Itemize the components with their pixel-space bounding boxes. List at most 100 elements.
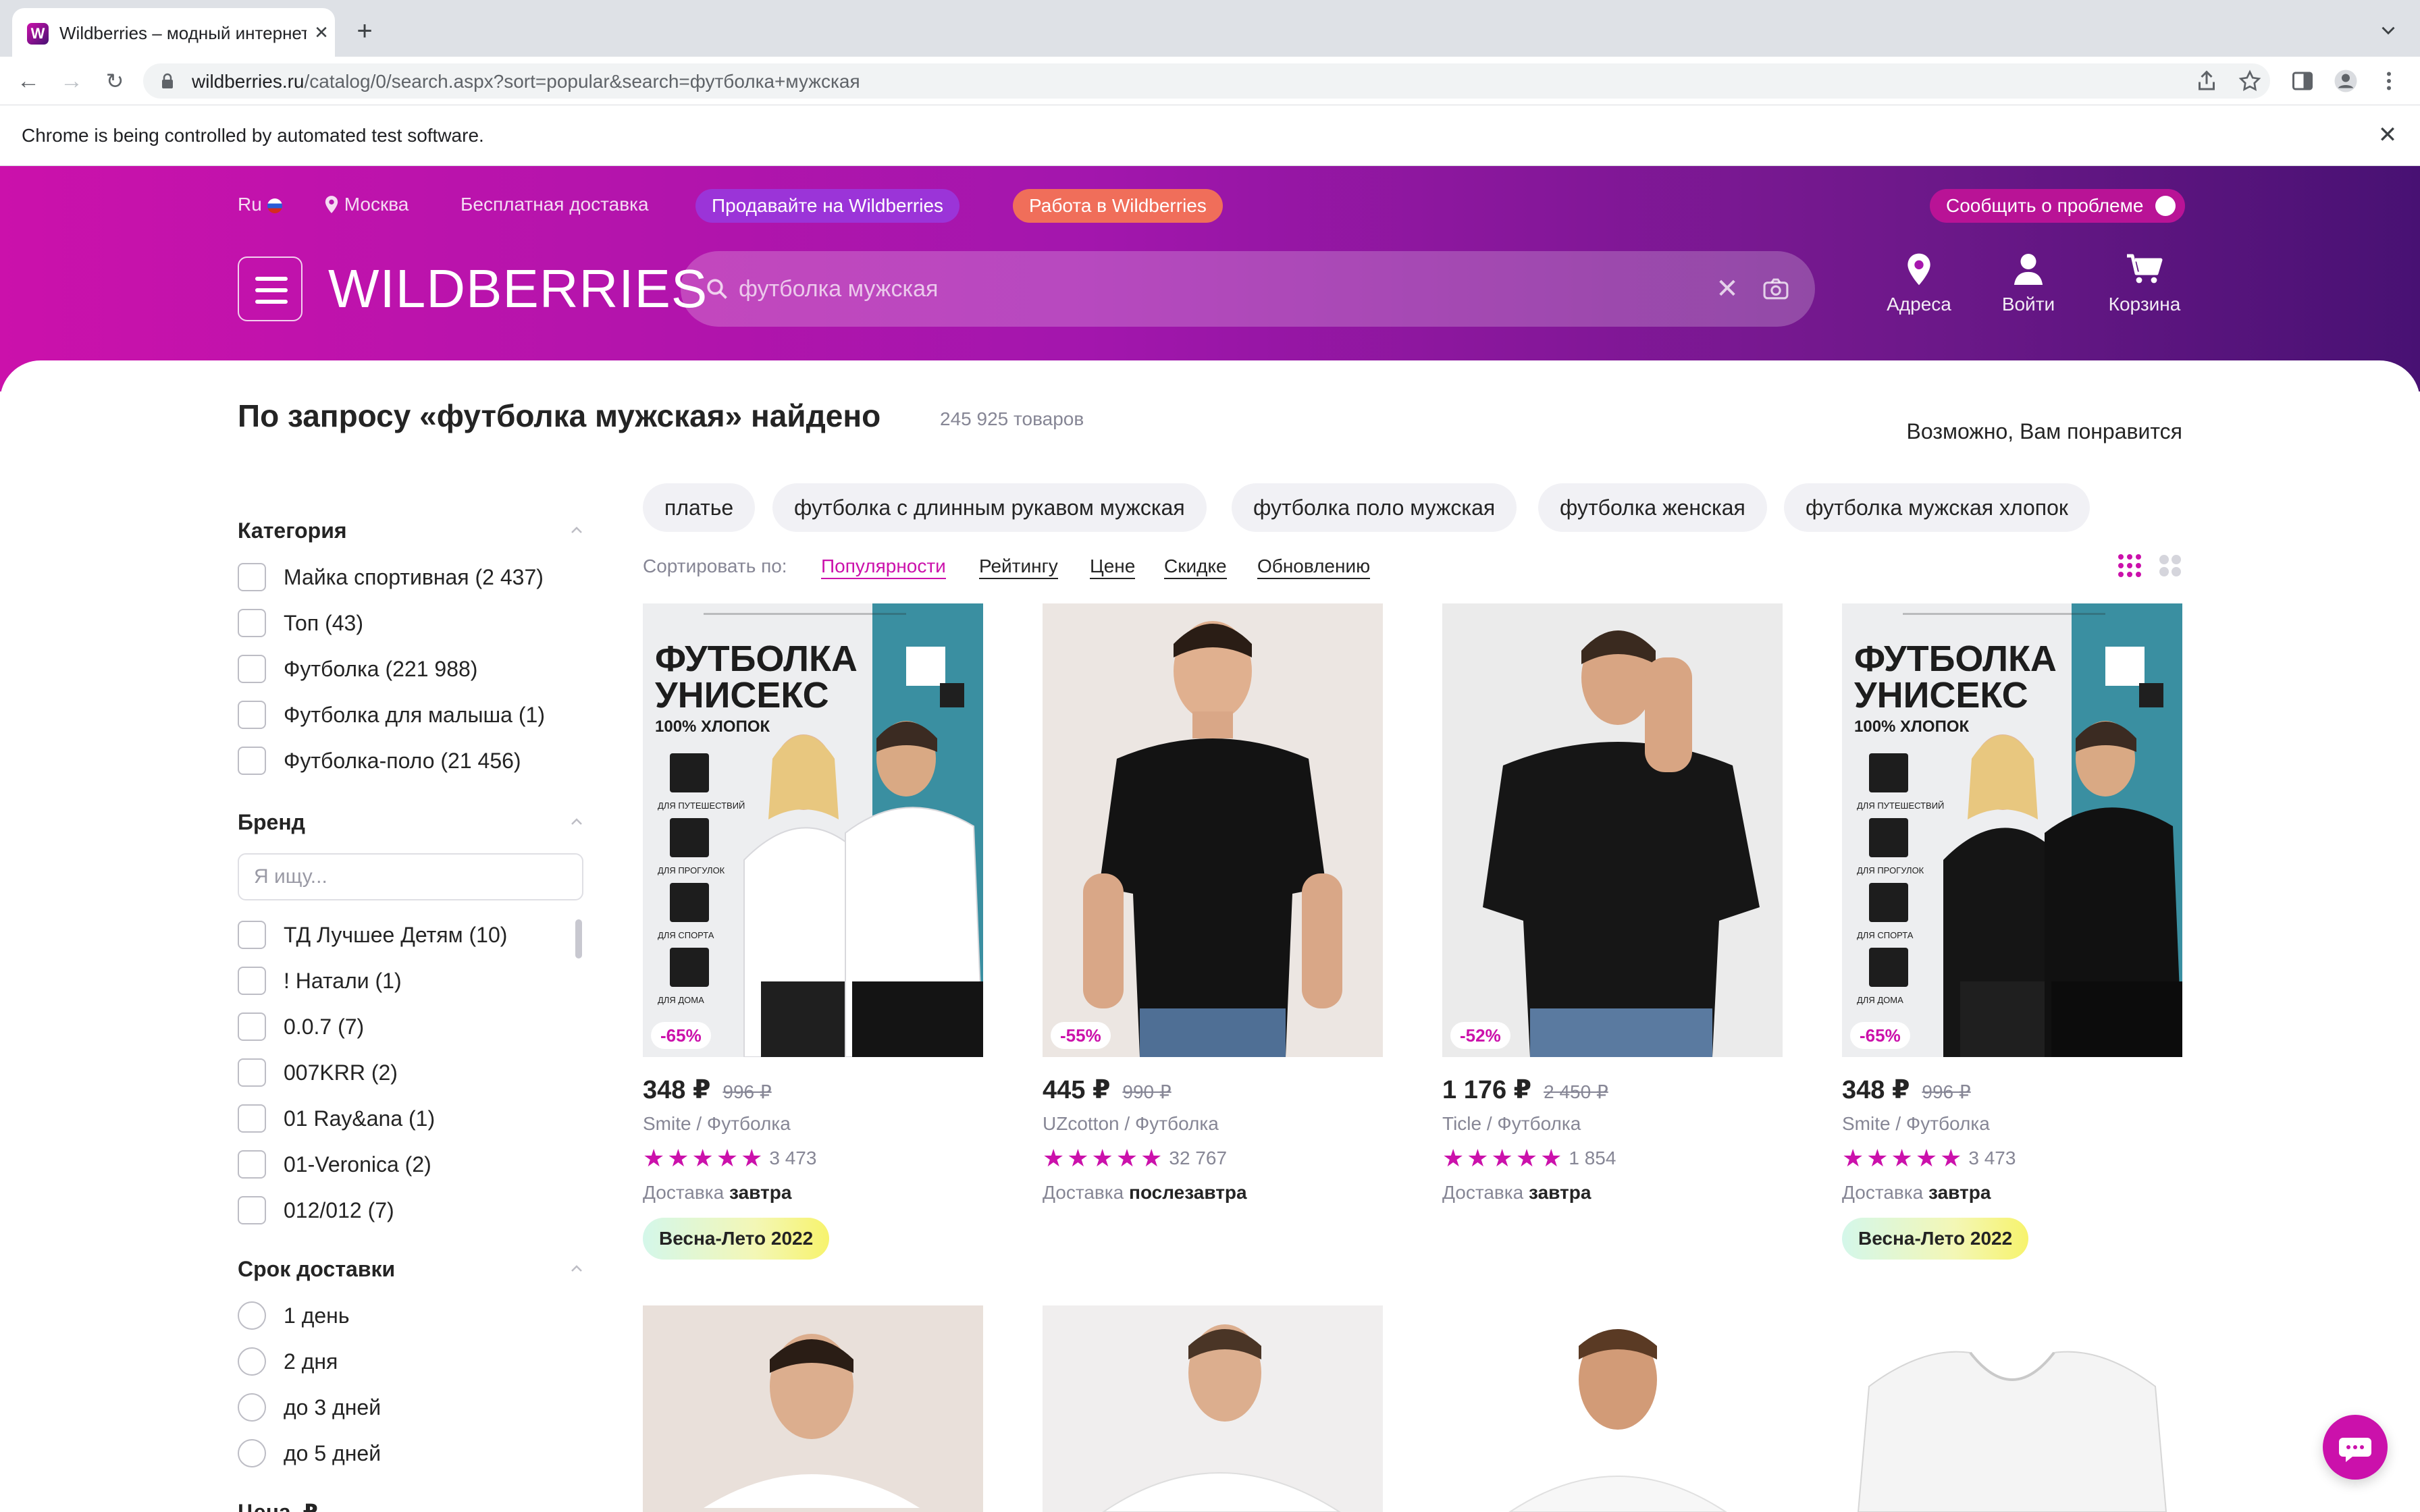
suggestion-tag[interactable]: футболка мужская хлопок <box>1784 483 2090 532</box>
bookmark-star-icon[interactable] <box>2238 69 2262 93</box>
chevron-up-icon[interactable] <box>569 814 585 830</box>
grid-large-view-icon[interactable] <box>2157 552 2184 579</box>
camera-search-icon[interactable] <box>1762 277 1789 301</box>
product-card[interactable] <box>1043 1305 1383 1512</box>
category-option[interactable]: Топ (43) <box>238 606 589 639</box>
checkbox[interactable] <box>238 563 266 591</box>
report-problem-button[interactable]: Сообщить о проблеме <box>1930 189 2186 223</box>
login-button[interactable]: Войти <box>1981 252 2076 327</box>
checkbox[interactable] <box>238 655 266 683</box>
tab-close-icon[interactable]: ✕ <box>311 22 332 43</box>
profile-avatar-icon[interactable] <box>2334 69 2358 93</box>
product-image[interactable]: ФУТБОЛКА УНИСЕКС 100% ХЛОПОК ДЛЯ ПУТЕШЕС… <box>643 603 983 1057</box>
brand-option[interactable]: 01 Ray&ana (1) <box>238 1102 589 1134</box>
delivery-option[interactable]: до 5 дней <box>238 1436 589 1469</box>
cart-button[interactable]: Корзина <box>2097 252 2192 327</box>
infobar-close-icon[interactable]: ✕ <box>2375 123 2400 147</box>
checkbox[interactable] <box>238 747 266 775</box>
sort-option[interactable]: Рейтингу <box>979 555 1058 579</box>
free-delivery-link[interactable]: Бесплатная доставка <box>461 193 649 216</box>
reload-icon[interactable]: ↻ <box>101 68 128 94</box>
sell-on-wildberries-button[interactable]: Продавайте на Wildberries <box>695 189 960 223</box>
brand-option[interactable]: 007KRR (2) <box>238 1056 589 1088</box>
radio-button[interactable] <box>238 1393 266 1422</box>
brand-option[interactable]: 0.0.7 (7) <box>238 1010 589 1042</box>
checkbox[interactable] <box>238 967 266 995</box>
grid-small-view-icon[interactable] <box>2116 552 2143 579</box>
brand-option[interactable]: 012/012 (7) <box>238 1193 589 1226</box>
sort-option[interactable]: Обновлению <box>1257 555 1371 579</box>
checkbox[interactable] <box>238 921 266 949</box>
sort-option[interactable]: Цене <box>1090 555 1136 579</box>
radio-button[interactable] <box>238 1301 266 1330</box>
product-brand[interactable]: UZcotton / Футболка <box>1043 1112 1219 1135</box>
sort-option[interactable]: Скидке <box>1164 555 1227 579</box>
suggestion-tag[interactable]: футболка с длинным рукавом мужская <box>772 483 1207 532</box>
brand-option[interactable]: ! Натали (1) <box>238 964 589 996</box>
side-panel-icon[interactable] <box>2290 69 2315 93</box>
brand-option[interactable]: ТД Лучшее Детям (10) <box>238 918 589 950</box>
delivery-option[interactable]: 2 дня <box>238 1345 589 1377</box>
addresses-button[interactable]: Адреса <box>1872 252 1966 327</box>
product-image[interactable]: -55% <box>1043 603 1383 1057</box>
checkbox[interactable] <box>238 1013 266 1041</box>
sort-option[interactable]: Популярности <box>821 555 946 579</box>
clear-search-icon[interactable]: ✕ <box>1714 275 1741 302</box>
wildberries-logo[interactable]: WILDBERRIES <box>328 261 708 317</box>
category-option[interactable]: Майка спортивная (2 437) <box>238 560 589 593</box>
radio-button[interactable] <box>238 1439 266 1467</box>
search-input[interactable] <box>739 270 1684 308</box>
category-option[interactable]: Футболка-поло (21 456) <box>238 744 589 776</box>
browser-tab[interactable]: W Wildberries – модный интернет-магазин … <box>12 8 335 57</box>
product-brand[interactable]: Ticle / Футболка <box>1442 1112 1581 1135</box>
checkbox[interactable] <box>238 1058 266 1087</box>
work-at-wildberries-button[interactable]: Работа в Wildberries <box>1013 189 1223 223</box>
product-card[interactable] <box>643 1305 983 1512</box>
category-option[interactable]: Футболка (221 988) <box>238 652 589 684</box>
kebab-menu-icon[interactable] <box>2377 69 2401 93</box>
delivery-option[interactable]: 1 день <box>238 1299 589 1331</box>
checkbox[interactable] <box>238 1104 266 1133</box>
brand-search-input[interactable] <box>238 853 583 900</box>
filter-delivery-title[interactable]: Срок доставки <box>238 1256 395 1282</box>
language-switcher[interactable]: Ru <box>238 193 282 216</box>
suggestion-tag[interactable]: футболка женская <box>1538 483 1767 532</box>
chat-support-button[interactable] <box>2323 1415 2388 1480</box>
brand-list-scrollbar[interactable] <box>575 919 582 959</box>
category-option[interactable]: Футболка для малыша (1) <box>238 698 589 730</box>
product-image[interactable]: -52% <box>1442 603 1783 1057</box>
product-image[interactable]: ФУТБОЛКА УНИСЕКС 100% ХЛОПОК ДЛЯ ПУТЕШЕС… <box>1842 603 2182 1057</box>
delivery-option[interactable]: до 3 дней <box>238 1390 589 1423</box>
checkbox[interactable] <box>238 1150 266 1179</box>
checkbox[interactable] <box>238 1196 266 1224</box>
city-selector[interactable]: Москва <box>324 193 409 216</box>
suggestion-tag[interactable]: платье <box>643 483 756 532</box>
radio-button[interactable] <box>238 1347 266 1376</box>
product-card[interactable]: -55% 445 ₽990 ₽ UZcotton / Футболка ★★★★… <box>1043 603 1383 1203</box>
user-icon <box>2014 254 2043 285</box>
filter-price-title[interactable]: Цена, ₽ <box>238 1498 318 1512</box>
checkbox[interactable] <box>238 609 266 637</box>
product-brand[interactable]: Smite / Футболка <box>643 1112 791 1135</box>
suggestion-tag[interactable]: футболка поло мужская <box>1232 483 1517 532</box>
share-icon[interactable] <box>2194 69 2219 93</box>
menu-burger-button[interactable] <box>238 256 302 321</box>
chevron-up-icon[interactable] <box>569 522 585 539</box>
new-tab-button[interactable]: + <box>350 16 379 46</box>
brand-option[interactable]: 01-Veronica (2) <box>238 1148 589 1180</box>
chevron-up-icon[interactable] <box>569 1261 585 1277</box>
filter-category-title[interactable]: Категория <box>238 517 347 544</box>
address-bar[interactable]: wildberries.ru/catalog/0/search.aspx?sor… <box>143 63 2270 99</box>
product-card[interactable]: ФУТБОЛКА УНИСЕКС 100% ХЛОПОК ДЛЯ ПУТЕШЕС… <box>643 603 983 1260</box>
checkbox[interactable] <box>238 701 266 729</box>
product-brand[interactable]: Smite / Футболка <box>1842 1112 1990 1135</box>
back-arrow-icon[interactable]: ← <box>15 68 42 94</box>
filter-brand-title[interactable]: Бренд <box>238 809 305 836</box>
forward-arrow-icon[interactable]: → <box>58 68 85 94</box>
product-card[interactable] <box>1842 1305 2182 1512</box>
product-card[interactable]: -52% 1 176 ₽2 450 ₽ Ticle / Футболка ★★★… <box>1442 603 1783 1203</box>
rating: ★★★★★ 3 473 <box>643 1144 817 1172</box>
product-card[interactable] <box>1442 1305 1783 1512</box>
tab-search-chevron-icon[interactable] <box>2377 19 2400 42</box>
product-card[interactable]: ФУТБОЛКА УНИСЕКС 100% ХЛОПОК ДЛЯ ПУТЕШЕС… <box>1842 603 2182 1260</box>
